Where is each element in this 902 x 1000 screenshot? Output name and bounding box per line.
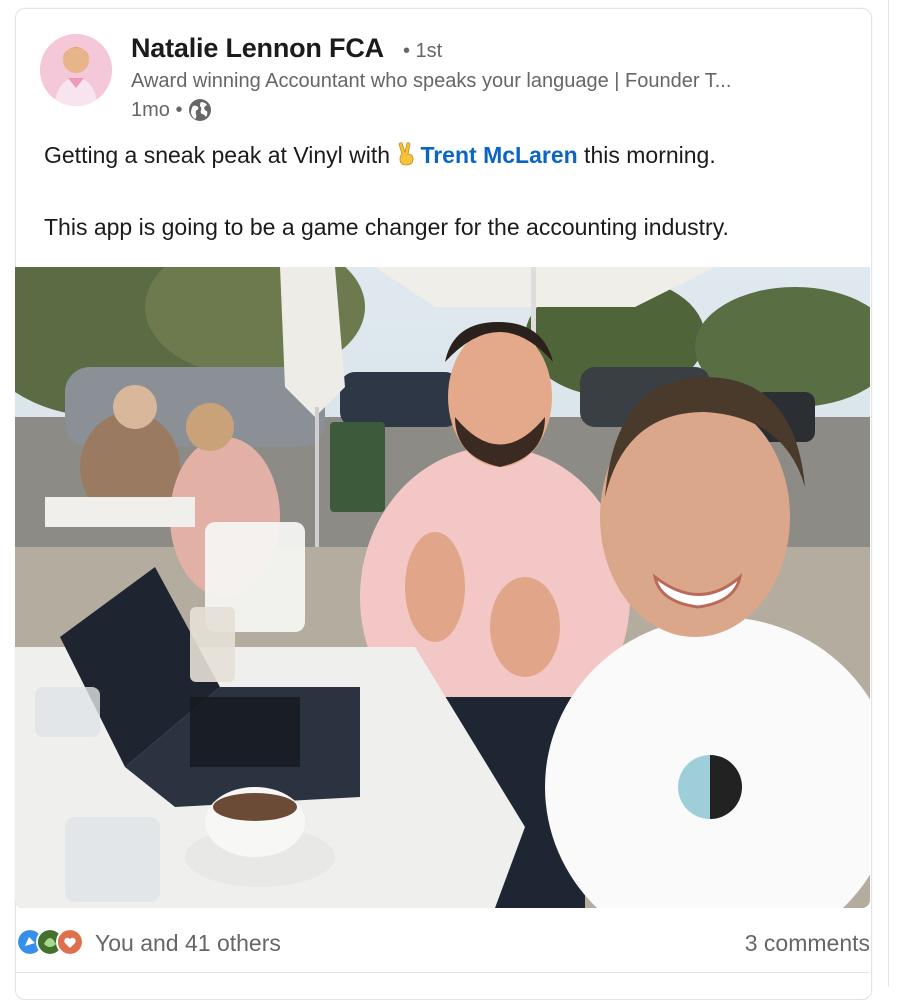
author-avatar[interactable] [40, 34, 112, 106]
love-icon [56, 928, 84, 956]
connection-degree: • 1st [403, 40, 443, 62]
author-headline: Award winning Accountant who speaks your… [131, 70, 732, 92]
victory-hand-emoji [396, 142, 418, 166]
post-text-prefix: Getting a sneak peak at Vinyl with [44, 142, 397, 168]
social-divider [15, 972, 870, 973]
post-meta: 1mo • [131, 98, 212, 122]
reaction-icons[interactable] [16, 928, 84, 956]
post-text-line-1: Getting a sneak peak at Vinyl with Trent… [44, 142, 716, 169]
post-image[interactable] [15, 267, 870, 908]
globe-icon [189, 99, 212, 121]
scrollbar-track[interactable] [888, 0, 889, 986]
avatar-image [40, 34, 112, 106]
cafe-selfie-image [15, 267, 870, 908]
post-text-line-2: This app is going to be a game changer f… [44, 214, 729, 240]
post-text-suffix: this morning. [577, 142, 716, 168]
author-name[interactable]: Natalie Lennon FCA [131, 33, 384, 64]
comments-count[interactable]: 3 comments [745, 930, 870, 957]
reactions-count[interactable]: You and 41 others [95, 930, 281, 957]
mention-link[interactable]: Trent McLaren [420, 142, 577, 168]
post-time: 1mo • [131, 98, 183, 121]
